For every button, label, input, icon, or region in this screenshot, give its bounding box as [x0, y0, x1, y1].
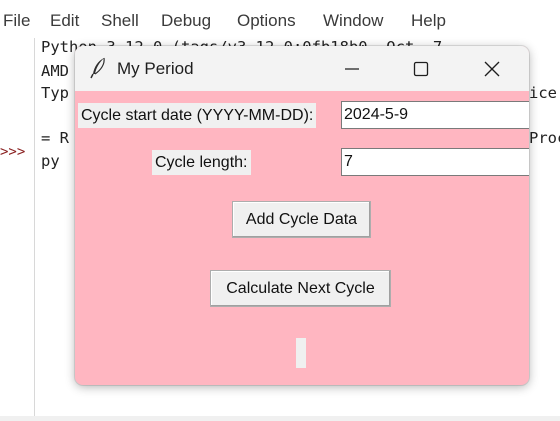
result-label: [296, 338, 306, 368]
cycle-start-date-input[interactable]: [341, 101, 529, 129]
close-icon: [484, 61, 500, 77]
shell-line: AMD: [41, 62, 69, 80]
menu-edit[interactable]: Edit: [50, 11, 79, 31]
shell-line-fragment: Proc: [529, 129, 560, 147]
shell-line: py: [41, 152, 60, 170]
menu-window[interactable]: Window: [323, 11, 383, 31]
cycle-length-label: Cycle length:: [152, 150, 251, 175]
shell-line-fragment: ice: [529, 84, 557, 102]
my-period-window: My Period Cycle start date (YYYY-MM-DD):…: [75, 46, 529, 385]
add-cycle-data-button[interactable]: Add Cycle Data: [232, 201, 371, 238]
shell-bottom-strip: [0, 416, 560, 421]
feather-icon: [89, 57, 109, 79]
close-button[interactable]: [469, 46, 515, 91]
minimize-icon: [345, 68, 359, 70]
cycle-start-date-label: Cycle start date (YYYY-MM-DD):: [78, 103, 317, 128]
menu-options[interactable]: Options: [237, 11, 296, 31]
shell-sidebar: >>>: [0, 38, 35, 421]
window-title: My Period: [117, 59, 194, 78]
shell-line: = R: [41, 129, 69, 147]
menu-shell[interactable]: Shell: [101, 11, 139, 31]
shell-prompt: >>>: [0, 144, 26, 160]
calculate-next-cycle-button[interactable]: Calculate Next Cycle: [210, 270, 391, 307]
menu-file[interactable]: File: [3, 11, 30, 31]
title-bar[interactable]: My Period: [75, 46, 529, 91]
maximize-button[interactable]: [398, 46, 444, 91]
minimize-button[interactable]: [329, 46, 375, 91]
shell-line: Typ: [41, 84, 69, 102]
maximize-icon: [413, 61, 429, 77]
idle-menubar: File Edit Shell Debug Options Window Hel…: [0, 0, 560, 38]
cycle-length-input[interactable]: [341, 148, 529, 176]
menu-help[interactable]: Help: [411, 11, 446, 31]
menu-debug[interactable]: Debug: [161, 11, 211, 31]
